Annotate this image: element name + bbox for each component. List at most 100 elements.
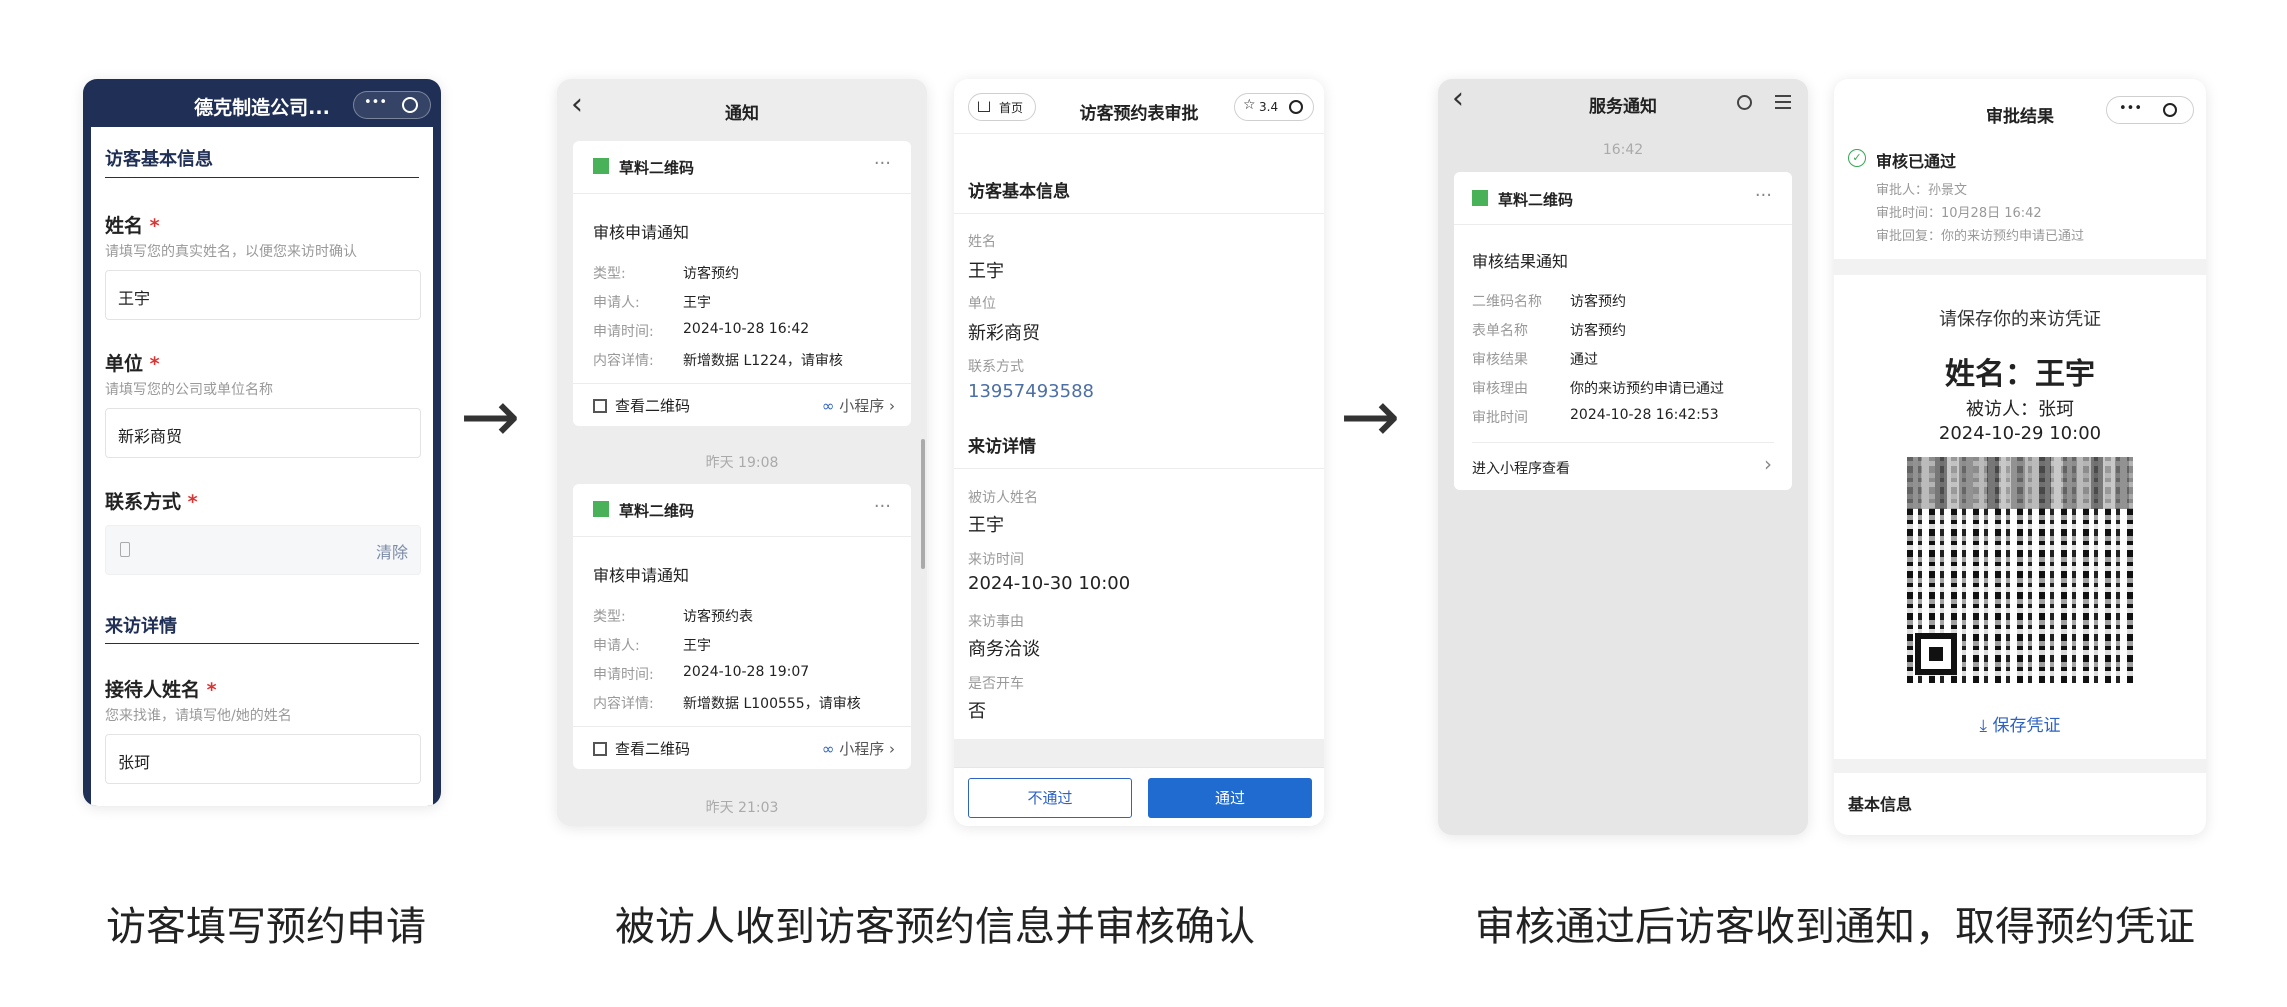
clear-button[interactable]: 清除: [376, 539, 408, 563]
name-input[interactable]: 王宇: [105, 270, 421, 320]
close-circle-icon[interactable]: [2163, 103, 2177, 117]
approve-button[interactable]: 通过: [1148, 778, 1312, 818]
field-label: 来访时间: [968, 552, 1024, 568]
arrow-right-icon: →: [1340, 374, 1401, 458]
caption-step-2: 被访人收到访客预约信息并审核确认: [615, 904, 1255, 950]
capsule-menu[interactable]: •••: [2106, 96, 2194, 124]
reject-button[interactable]: 不通过: [968, 778, 1132, 818]
page-title: 服务通知: [1589, 97, 1657, 117]
qr-code-image: [1907, 457, 2133, 683]
host-input[interactable]: 张珂: [105, 734, 421, 784]
more-icon[interactable]: ···: [1755, 185, 1772, 206]
row-value: 通过: [1570, 352, 1598, 368]
section-visit-details: 来访详情: [105, 616, 177, 637]
field-label: 被访人姓名: [968, 490, 1038, 506]
page-title: 通知: [725, 104, 759, 124]
row-key: 申请人:: [593, 295, 640, 311]
mini-program-link[interactable]: ∞ 小程序 ›: [822, 738, 895, 759]
capsule-menu[interactable]: ☆ 3.4: [1234, 93, 1314, 121]
close-circle-icon[interactable]: [1289, 100, 1303, 114]
row-value: 新增数据 L1224，请审核: [683, 353, 843, 369]
row-value: 2024-10-28 16:42:53: [1570, 407, 1719, 423]
more-icon[interactable]: ···: [874, 496, 891, 517]
visitor-name: 姓名：王宇: [1945, 357, 2095, 392]
row-key: 类型:: [593, 266, 626, 282]
view-qr-link[interactable]: 查看二维码: [615, 395, 690, 416]
action-bar: 不通过 通过: [954, 767, 1324, 826]
header-shadow: [954, 133, 1324, 134]
app-name: 草料二维码: [619, 159, 695, 177]
status-panel: ✓ 审核已通过 审批人：孙景文 审批时间：10月28日 16:42 审批回复：你…: [1834, 135, 2206, 259]
app-name: 草料二维码: [619, 502, 695, 520]
qr-finder: [1915, 633, 1957, 675]
visit-datetime: 2024-10-29 10:00: [1938, 423, 2102, 444]
approval-time: 审批时间：10月28日 16:42: [1876, 206, 2042, 221]
form-body: 访客基本信息 姓名 * 请填写您的真实姓名，以便您来访时确认 王宇 单位 * 请…: [91, 127, 433, 806]
timestamp: 16:42: [1602, 142, 1644, 158]
result-notification-card[interactable]: 草料二维码 ··· 审核结果通知 二维码名称 访客预约 表单名称 访客预约 审核…: [1454, 172, 1792, 490]
approval-phone-screen: 首页 访客预约表审批 ☆ 3.4 访客基本信息 姓名 王宇 单位 新彩商贸 联系…: [954, 79, 1324, 826]
visitee: 被访人：张珂: [1966, 399, 2074, 420]
search-icon[interactable]: [1737, 95, 1752, 110]
timestamp: 昨天 21:03: [705, 800, 779, 816]
basic-info-section: 基本信息: [1834, 773, 2206, 835]
section-visit-details: 来访详情: [968, 437, 1036, 457]
field-label: 单位: [968, 296, 996, 312]
phone-icon: [120, 542, 130, 557]
more-icon[interactable]: •••: [2119, 101, 2142, 116]
row-key: 审核结果: [1472, 352, 1528, 368]
open-mini-program-link[interactable]: 进入小程序查看: [1472, 458, 1570, 478]
qr-small-icon: [593, 399, 607, 413]
chevron-right-icon: ›: [1764, 452, 1772, 476]
name-label: 姓名 *: [105, 215, 160, 237]
row-key: 二维码名称: [1472, 294, 1542, 310]
qr-app-icon: [1472, 190, 1488, 206]
form-phone-screen: 德克制造公司... ••• 访客基本信息 姓名 * 请填写您的真实姓名，以便您来…: [83, 79, 441, 806]
divider: [1472, 442, 1774, 443]
approval-result-phone-screen: 审批结果 ••• ✓ 审核已通过 审批人：孙景文 审批时间：10月28日 16:…: [1834, 79, 2206, 835]
row-value: 访客预约: [1570, 294, 1626, 310]
row-key: 申请时间:: [593, 324, 654, 340]
qr-app-icon: [593, 158, 609, 174]
capsule-menu[interactable]: •••: [353, 91, 431, 119]
row-key: 内容详情:: [593, 696, 654, 712]
more-icon[interactable]: ···: [874, 153, 891, 174]
notification-card[interactable]: 草料二维码 ··· 审核申请通知 类型: 访客预约 申请人: 王宇 申请时间: …: [573, 141, 911, 393]
notification-card[interactable]: 草料二维码 ··· 审核申请通知 类型: 访客预约表 申请人: 王宇 申请时间:…: [573, 484, 911, 736]
row-key: 内容详情:: [593, 353, 654, 369]
field-label: 来访事由: [968, 614, 1024, 630]
save-credential-button[interactable]: ⤓ 保存凭证: [1834, 711, 2206, 736]
unit-input[interactable]: 新彩商贸: [105, 408, 421, 458]
contact-label: 联系方式 *: [105, 491, 198, 513]
link-icon: ∞: [821, 740, 835, 758]
scrollbar[interactable]: [921, 439, 925, 569]
divider: [573, 193, 911, 194]
row-value: 王宇: [683, 638, 711, 654]
field-value: 否: [968, 701, 986, 722]
arrow-right-icon: →: [460, 374, 521, 458]
notification-phone-screen: ‹ 通知 草料二维码 ··· 审核申请通知 类型: 访客预约 申请人: 王宇 申…: [557, 79, 927, 826]
mini-program-link[interactable]: ∞ 小程序 ›: [822, 395, 895, 416]
app-name: 草料二维码: [1498, 191, 1574, 209]
row-value: 2024-10-28 16:42: [683, 321, 810, 337]
card-footer: 查看二维码 ∞ 小程序 ›: [573, 726, 911, 769]
field-value: 新彩商贸: [968, 323, 1040, 344]
section-basic-info: 访客基本信息: [968, 182, 1070, 202]
approver: 审批人：孙景文: [1876, 183, 1968, 198]
section-basic-info: 访客基本信息: [105, 149, 213, 170]
download-icon: ⤓: [1979, 716, 1988, 736]
view-qr-link[interactable]: 查看二维码: [615, 738, 690, 759]
menu-icon[interactable]: [1775, 95, 1791, 97]
row-value: 你的来访预约申请已通过: [1570, 381, 1724, 397]
host-label: 接待人姓名 *: [105, 679, 217, 701]
field-value: 2024-10-30 10:00: [968, 573, 1131, 594]
required-mark: *: [149, 353, 160, 375]
close-circle-icon[interactable]: [402, 97, 418, 113]
row-value: 王宇: [683, 295, 711, 311]
row-key: 类型:: [593, 609, 626, 625]
phone-number-link[interactable]: 13957493588: [968, 381, 1094, 402]
row-key: 审核理由: [1472, 381, 1528, 397]
more-icon[interactable]: •••: [364, 95, 387, 110]
row-key: 申请人:: [593, 638, 640, 654]
contact-input[interactable]: 清除: [105, 525, 421, 575]
